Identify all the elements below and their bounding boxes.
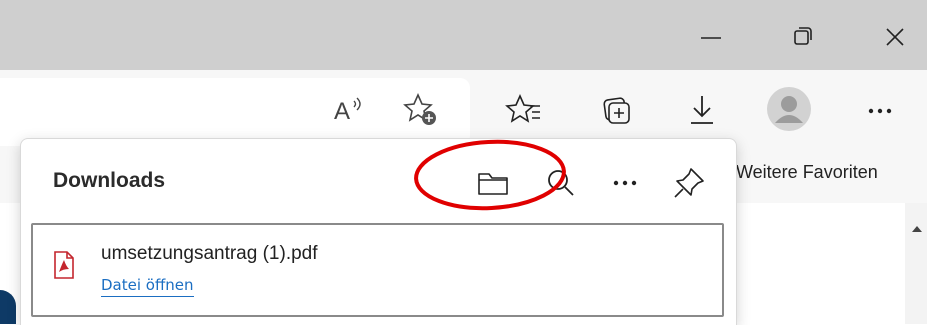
read-aloud-icon: A xyxy=(334,97,361,125)
pdf-file-icon xyxy=(54,251,74,279)
downloads-panel: Downloads umsetzungsantrag (1).pdf Datei… xyxy=(20,138,737,325)
restore-icon xyxy=(794,27,812,45)
open-downloads-folder-button[interactable] xyxy=(473,163,513,203)
search-icon xyxy=(548,170,574,196)
profile-button[interactable] xyxy=(766,86,812,132)
panel-title: Downloads xyxy=(53,169,166,192)
more-options-icon xyxy=(613,180,637,186)
scroll-up-arrow-icon[interactable] xyxy=(911,224,923,234)
downloads-icon xyxy=(691,96,713,124)
minimize-icon xyxy=(701,37,721,39)
settings-more-button[interactable] xyxy=(860,90,900,130)
pin-icon xyxy=(674,168,704,198)
close-icon xyxy=(886,28,904,46)
more-options-button[interactable] xyxy=(605,163,645,203)
other-favorites-link[interactable]: Weitere Favoriten xyxy=(736,162,878,183)
scrollbar[interactable] xyxy=(905,203,927,324)
search-downloads-button[interactable] xyxy=(541,163,581,203)
downloads-button[interactable] xyxy=(682,90,722,130)
pin-panel-button[interactable] xyxy=(669,163,709,203)
profile-icon xyxy=(767,87,811,131)
more-icon xyxy=(868,108,892,114)
address-bar[interactable] xyxy=(0,78,470,146)
open-file-link[interactable]: Datei öffnen xyxy=(101,276,194,297)
close-button[interactable] xyxy=(872,14,918,60)
add-favorite-icon xyxy=(403,93,436,125)
favorites-icon xyxy=(505,94,540,123)
title-bar xyxy=(0,0,927,70)
open-folder-icon xyxy=(478,173,508,195)
minimize-button[interactable] xyxy=(688,14,734,60)
download-item[interactable]: umsetzungsantrag (1).pdf Datei öffnen xyxy=(31,223,724,317)
collections-icon xyxy=(603,97,630,124)
restore-button[interactable] xyxy=(780,14,826,60)
add-favorite-button[interactable] xyxy=(402,90,442,130)
collections-button[interactable] xyxy=(596,90,636,130)
favorites-button[interactable] xyxy=(504,90,544,130)
svg-text:A: A xyxy=(334,98,350,125)
download-file-name: umsetzungsantrag (1).pdf xyxy=(101,243,318,264)
read-aloud-button[interactable]: A xyxy=(330,90,370,130)
